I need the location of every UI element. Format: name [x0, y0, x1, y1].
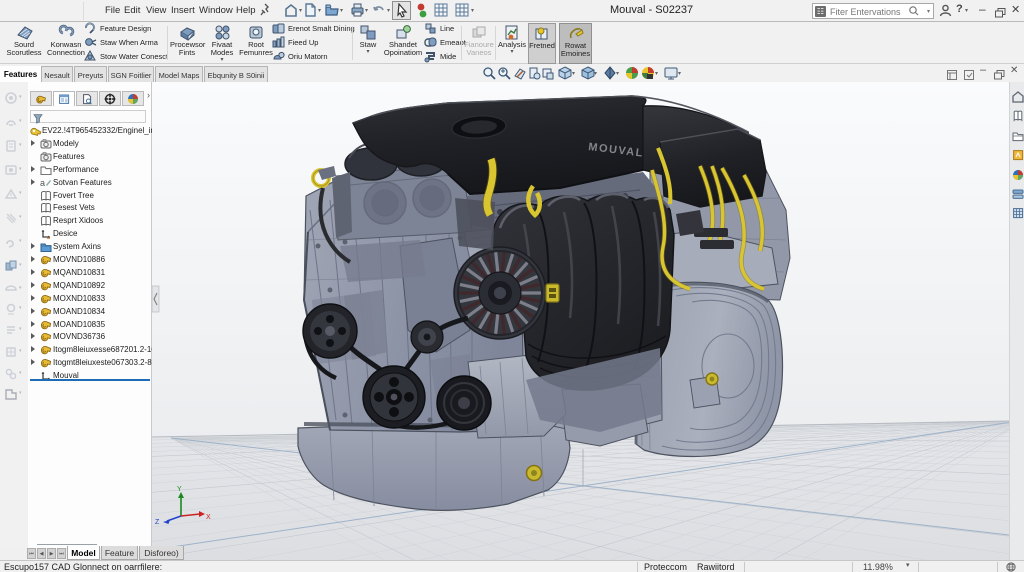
svg-text:Y: Y	[177, 486, 182, 493]
svg-text:Z: Z	[155, 519, 160, 526]
svg-text:a: a	[40, 178, 45, 188]
svg-text:X: X	[206, 514, 211, 521]
